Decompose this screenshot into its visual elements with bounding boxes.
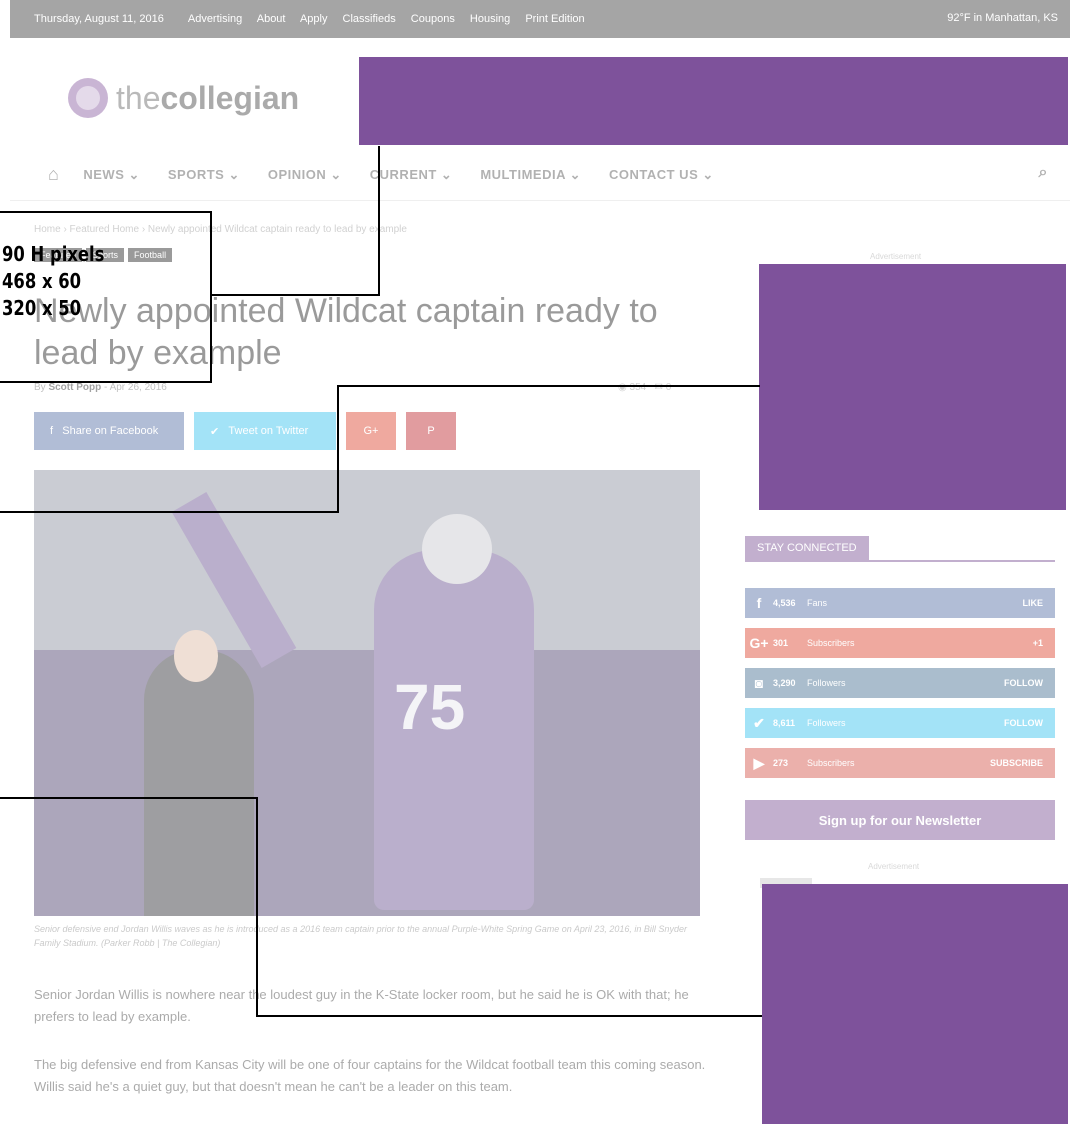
ad-size-labels: 90 H pixels 468 x 60 320 x 50 bbox=[2, 241, 104, 322]
connector-lines bbox=[0, 146, 762, 1017]
connector-to-leaderboard bbox=[210, 146, 380, 296]
connector-to-sidebar-bottom bbox=[0, 797, 762, 1017]
connector-to-sidebar-top bbox=[0, 385, 760, 513]
size-label-320x50: 320 x 50 bbox=[2, 296, 82, 320]
size-label-468x60: 468 x 60 bbox=[2, 269, 82, 293]
size-label-90h: 90 H pixels bbox=[2, 242, 105, 266]
